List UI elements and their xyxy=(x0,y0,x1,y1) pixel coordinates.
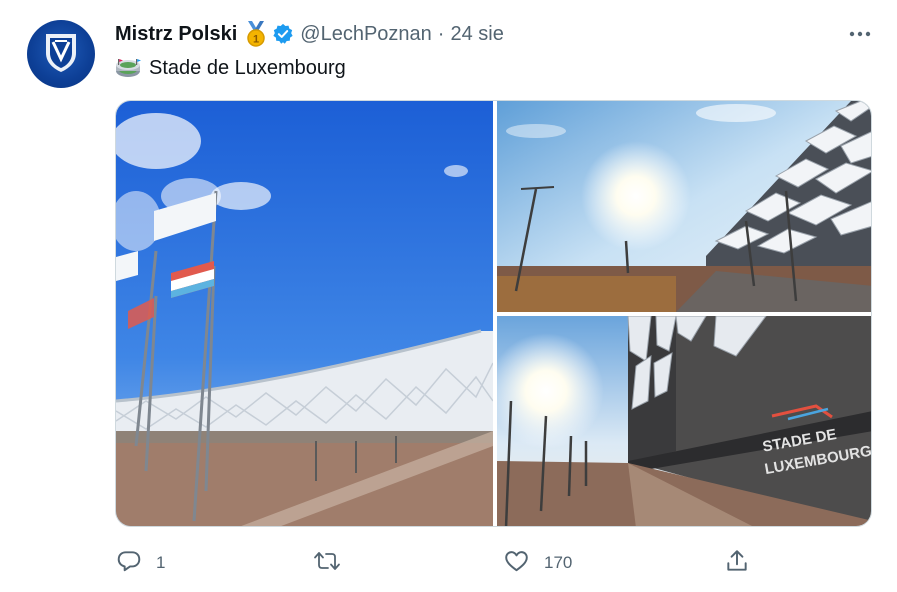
more-button[interactable] xyxy=(846,22,874,46)
stadium-photo-3[interactable]: STADE DE LUXEMBOURG xyxy=(488,316,872,527)
like-icon xyxy=(503,548,530,579)
tweet-text-content: Stade de Luxembourg xyxy=(149,56,346,79)
retweet-icon xyxy=(313,548,341,579)
tweet[interactable]: Mistrz Polski 1 @LechPoznan · 24 sie Sta… xyxy=(0,0,897,592)
reply-count: 1 xyxy=(156,553,166,572)
stadium-photo-1[interactable] xyxy=(116,101,493,527)
author-handle[interactable]: @LechPoznan xyxy=(300,23,432,46)
verified-icon xyxy=(272,23,294,45)
like-count: 170 xyxy=(544,553,573,572)
retweet-button[interactable] xyxy=(313,545,355,581)
author-name[interactable]: Mistrz Polski xyxy=(115,23,237,46)
share-button[interactable] xyxy=(724,545,750,581)
tweet-date[interactable]: 24 sie xyxy=(450,23,503,46)
like-button[interactable]: 170 xyxy=(503,545,572,581)
more-icon xyxy=(848,25,872,43)
tweet-actions: 1 170 xyxy=(0,545,897,581)
reply-icon xyxy=(116,548,142,579)
tweet-header: Mistrz Polski 1 @LechPoznan · 24 sie xyxy=(115,20,504,48)
svg-text:1: 1 xyxy=(253,34,259,46)
stadium-icon xyxy=(115,57,141,79)
medal-icon: 1 xyxy=(245,21,267,47)
separator: · xyxy=(437,22,445,45)
share-icon xyxy=(724,548,750,579)
avatar[interactable] xyxy=(27,20,95,88)
logo-icon xyxy=(43,31,79,78)
stadium-photo-2[interactable] xyxy=(497,101,872,312)
media-grid[interactable]: STADE DE LUXEMBOURG xyxy=(115,100,872,527)
reply-button[interactable]: 1 xyxy=(116,545,165,581)
tweet-text: Stade de Luxembourg xyxy=(115,55,346,81)
